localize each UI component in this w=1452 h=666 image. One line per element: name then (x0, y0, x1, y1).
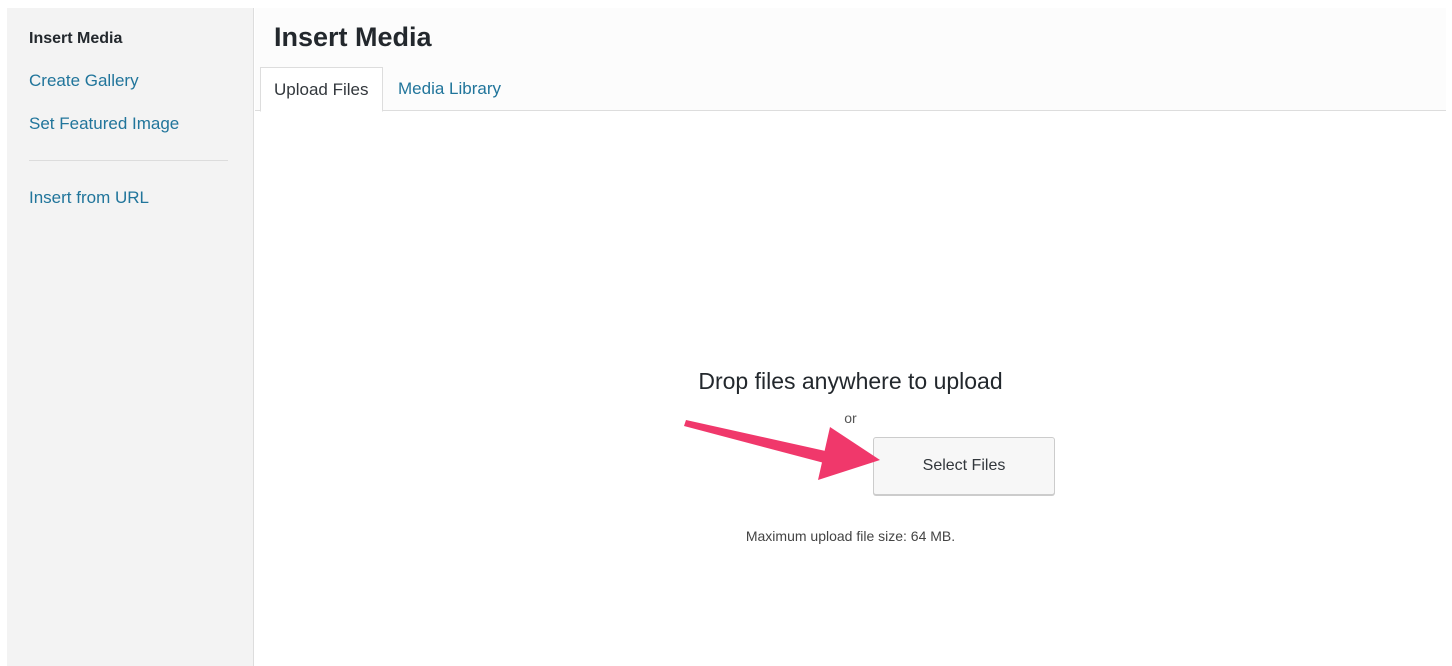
media-modal: Insert Media Create Gallery Set Featured… (7, 8, 1446, 666)
media-frame-content: Insert Media Upload Files Media Library … (255, 8, 1446, 666)
tab-upload-files[interactable]: Upload Files (260, 67, 383, 112)
upload-instructions: Drop files anywhere to upload (698, 368, 1003, 394)
page-title: Insert Media (274, 22, 432, 52)
media-frame-header: Insert Media Upload Files Media Library (255, 8, 1446, 112)
upload-drop-zone[interactable]: Drop files anywhere to upload or Select … (255, 112, 1446, 666)
tab-media-library[interactable]: Media Library (385, 67, 514, 112)
arrow-shaft (684, 420, 830, 464)
pointer-arrow-icon (684, 420, 880, 480)
menu-item-set-featured-image[interactable]: Set Featured Image (29, 114, 179, 134)
menu-item-create-gallery[interactable]: Create Gallery (29, 71, 139, 91)
max-upload-size-text: Maximum upload file size: 64 MB. (745, 528, 956, 544)
arrow-head (818, 427, 880, 480)
menu-item-insert-media[interactable]: Insert Media (29, 30, 122, 48)
select-files-button[interactable]: Select Files (873, 437, 1055, 495)
menu-separator (29, 160, 228, 161)
menu-item-insert-from-url[interactable]: Insert from URL (29, 188, 149, 208)
media-menu-sidebar: Insert Media Create Gallery Set Featured… (7, 8, 254, 666)
